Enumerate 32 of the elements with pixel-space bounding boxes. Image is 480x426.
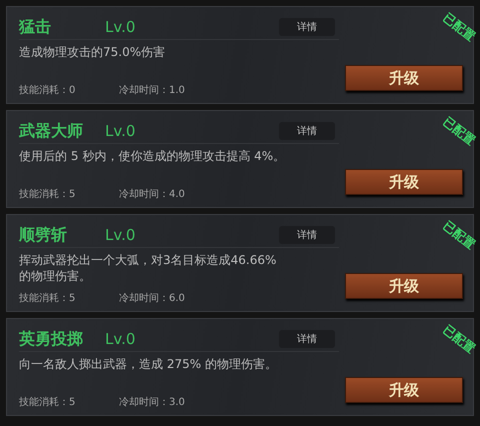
- skill-name: 顺劈斩: [19, 224, 68, 246]
- equipped-label: 已配置: [440, 322, 478, 358]
- upgrade-button[interactable]: 升级: [345, 273, 463, 299]
- equipped-label: 已配置: [440, 10, 478, 46]
- skill-level: Lv.0: [105, 18, 136, 36]
- upgrade-button[interactable]: 升级: [345, 65, 463, 91]
- skill-level: Lv.0: [105, 330, 136, 348]
- skill-cost: 技能消耗：5: [19, 188, 76, 201]
- skill-description: 使用后的 5 秒内，使你造成的物理攻击提高 4%。: [19, 148, 286, 164]
- details-button[interactable]: 详情: [279, 226, 335, 244]
- skill-name: 猛击: [19, 16, 52, 38]
- cooldown-time: 冷却时间：6.0: [119, 292, 185, 305]
- skill-description: 造成物理攻击的75.0%伤害: [19, 44, 166, 60]
- equipped-label: 已配置: [440, 114, 478, 150]
- details-button[interactable]: 详情: [279, 18, 335, 36]
- equipped-label: 已配置: [440, 218, 478, 254]
- skill-description: 向一名敌人掷出武器，造成 275% 的物理伤害。: [19, 356, 278, 372]
- skill-cost: 技能消耗：5: [19, 396, 76, 409]
- cooldown-time: 冷却时间：1.0: [119, 84, 185, 97]
- skill-name: 英勇投掷: [19, 328, 84, 350]
- cooldown-time: 冷却时间：4.0: [119, 188, 185, 201]
- upgrade-button[interactable]: 升级: [345, 377, 463, 403]
- skill-level: Lv.0: [105, 122, 136, 140]
- upgrade-button[interactable]: 升级: [345, 169, 463, 195]
- skill-cost: 技能消耗：5: [19, 292, 76, 305]
- cooldown-time: 冷却时间：3.0: [119, 396, 185, 409]
- skill-description: 挥动武器抡出一个大弧，对3名目标造成46.66%的物理伤害。: [19, 252, 278, 284]
- skill-level: Lv.0: [105, 226, 136, 244]
- details-button[interactable]: 详情: [279, 122, 335, 140]
- details-button[interactable]: 详情: [279, 330, 335, 348]
- skill-cost: 技能消耗：0: [19, 84, 76, 97]
- skill-name: 武器大师: [19, 120, 84, 142]
